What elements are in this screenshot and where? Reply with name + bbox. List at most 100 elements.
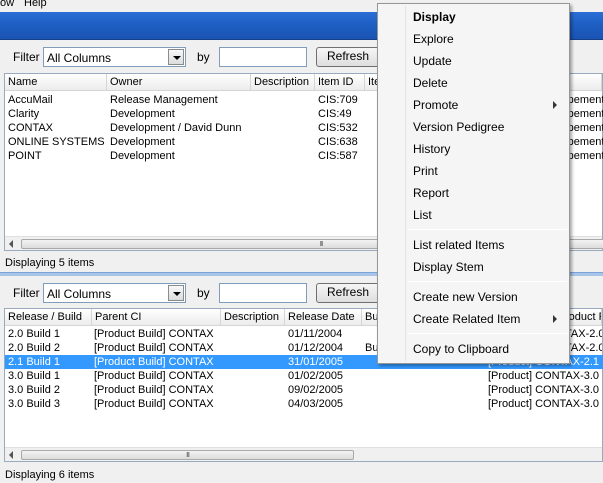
top-by-label: by: [197, 50, 210, 64]
cell-owner: Development: [110, 150, 175, 162]
cell-release-build: 3.0 Build 2: [8, 384, 60, 396]
menu-item-list-related-items[interactable]: List related Items: [380, 234, 567, 256]
menu-item-delete[interactable]: Delete: [380, 72, 567, 94]
cell-item-id: CIS:587: [318, 150, 358, 162]
table-row[interactable]: 3.0 Build 3 [Product Build] CONTAX 04/03/2…: [5, 397, 603, 411]
bottom-horizontal-scrollbar[interactable]: III: [5, 447, 602, 461]
menu-item-list[interactable]: List: [380, 204, 567, 226]
table-row[interactable]: 3.0 Build 2 [Product Build] CONTAX 09/02/2…: [5, 383, 603, 397]
menu-item-label: Create new Version: [413, 290, 518, 304]
cell-name: POINT: [8, 150, 42, 162]
bottom-filter-select[interactable]: All Columns: [43, 283, 186, 303]
grip-icon: III: [319, 241, 324, 248]
chevron-down-icon[interactable]: [168, 49, 184, 65]
bottom-status-text: Displaying 6 items: [5, 469, 95, 481]
cell-product-release: TAX-2.0 (: [565, 342, 602, 354]
col-description[interactable]: Description: [221, 309, 285, 326]
menu-item-label: Explore: [413, 32, 454, 46]
top-filter-select-value: All Columns: [47, 51, 112, 65]
top-refresh-button[interactable]: Refresh: [316, 47, 380, 67]
menu-item-label: Copy to Clipboard: [413, 342, 510, 356]
menu-item-version-pedigree[interactable]: Version Pedigree: [380, 116, 567, 138]
top-search-input[interactable]: [219, 47, 307, 67]
menu-item-promote[interactable]: Promote: [380, 94, 567, 116]
col-release-date[interactable]: Release Date: [285, 309, 362, 326]
cell-name: ONLINE SYSTEMS: [8, 136, 105, 148]
col-name[interactable]: Name: [5, 74, 107, 91]
bottom-scroll-thumb[interactable]: III: [21, 450, 354, 460]
cell-name: AccuMail: [8, 94, 53, 106]
cell-release-date: 09/02/2005: [288, 384, 344, 396]
cell-release-date: 01/02/2005: [288, 370, 344, 382]
menu-separator: [408, 281, 567, 282]
cell-item-id: CIS:49: [318, 108, 352, 120]
col-parent-ci[interactable]: Parent CI: [92, 309, 221, 326]
cell-owner: Development: [110, 108, 175, 120]
bottom-search-input[interactable]: [219, 283, 307, 303]
bottom-filter-label: Filter: [13, 286, 40, 300]
cell-item-id: CIS:709: [318, 94, 358, 106]
submenu-arrow-icon: [553, 315, 557, 323]
cell-release-date: 04/03/2005: [288, 398, 344, 410]
col-owner[interactable]: Owner: [107, 74, 251, 91]
cell-release-build: 2.0 Build 2: [8, 342, 60, 354]
cell-product-release: [Product] CONTAX-3.0 (: [488, 370, 602, 382]
menu-separator: [408, 229, 567, 230]
menu-item-display-stem[interactable]: Display Stem: [380, 256, 567, 278]
scroll-left-icon[interactable]: [5, 448, 19, 462]
menu-item-label: List related Items: [413, 238, 505, 252]
grip-icon: III: [186, 452, 190, 459]
cell-owner: Development / David Dunn: [110, 122, 242, 134]
menu-item-label: Display Stem: [413, 260, 484, 274]
menu-item-create-related-item[interactable]: Create Related Item: [380, 308, 567, 330]
col-description[interactable]: Description: [251, 74, 315, 91]
col-item-id[interactable]: Item ID: [315, 74, 365, 91]
cell-parent-ci: [Product Build] CONTAX: [94, 328, 214, 340]
cell-release-date: 31/01/2005: [288, 356, 344, 368]
cell-name: CONTAX: [8, 122, 54, 134]
menu-item-update[interactable]: Update: [380, 50, 567, 72]
cell-release-build: 3.0 Build 3: [8, 398, 60, 410]
menu-separator: [408, 333, 567, 334]
menu-help[interactable]: Help: [24, 0, 47, 9]
menu-item-report[interactable]: Report: [380, 182, 567, 204]
menu-item-label: History: [413, 142, 451, 156]
menu-item-label: Report: [413, 186, 450, 200]
top-status-text: Displaying 5 items: [5, 257, 95, 269]
menu-item-create-new-version[interactable]: Create new Version: [380, 286, 567, 308]
cell-product-release: [Product] CONTAX-3.0 (: [488, 398, 602, 410]
menu-item-label: Delete: [413, 76, 448, 90]
context-menu: Display Explore Update Delete Promote Version…: [377, 3, 570, 364]
menu-item-label: List: [413, 208, 432, 222]
menu-item-label: Create Related Item: [413, 312, 521, 326]
cell-release-build: 2.0 Build 1: [8, 328, 60, 340]
menu-window[interactable]: ow: [0, 0, 14, 9]
cell-product-release: TAX-2.0 (: [565, 328, 602, 340]
scroll-left-icon[interactable]: [5, 237, 19, 251]
submenu-arrow-icon: [553, 101, 557, 109]
menu-item-label: Version Pedigree: [413, 120, 505, 134]
menu-item-explore[interactable]: Explore: [380, 28, 567, 50]
cell-parent-ci: [Product Build] CONTAX: [94, 398, 214, 410]
menu-item-display[interactable]: Display: [380, 6, 567, 28]
menu-item-label: Display: [413, 10, 456, 24]
top-filter-select[interactable]: All Columns: [43, 47, 186, 67]
top-filter-label: Filter: [13, 50, 40, 64]
cell-product-release: [Product] CONTAX-3.0 (: [488, 384, 602, 396]
cell-owner: Release Management: [110, 94, 218, 106]
menu-item-history[interactable]: History: [380, 138, 567, 160]
cell-parent-ci: [Product Build] CONTAX: [94, 370, 214, 382]
bottom-refresh-button[interactable]: Refresh: [316, 283, 380, 303]
cell-name: Clarity: [8, 108, 40, 120]
cell-parent-ci: [Product Build] CONTAX: [94, 342, 214, 354]
menu-item-print[interactable]: Print: [380, 160, 567, 182]
chevron-down-icon[interactable]: [168, 285, 184, 301]
bottom-filter-select-value: All Columns: [47, 287, 112, 301]
menu-item-copy-to-clipboard[interactable]: Copy to Clipboard: [380, 338, 567, 360]
table-row[interactable]: 3.0 Build 1 [Product Build] CONTAX 01/02/2…: [5, 369, 603, 383]
cell-item-id: CIS:638: [318, 136, 358, 148]
cell-parent-ci: [Product Build] CONTAX: [94, 356, 214, 368]
menu-item-label: Update: [413, 54, 452, 68]
col-release-build[interactable]: Release / Build: [5, 309, 92, 326]
cell-release-build: 3.0 Build 1: [8, 370, 60, 382]
